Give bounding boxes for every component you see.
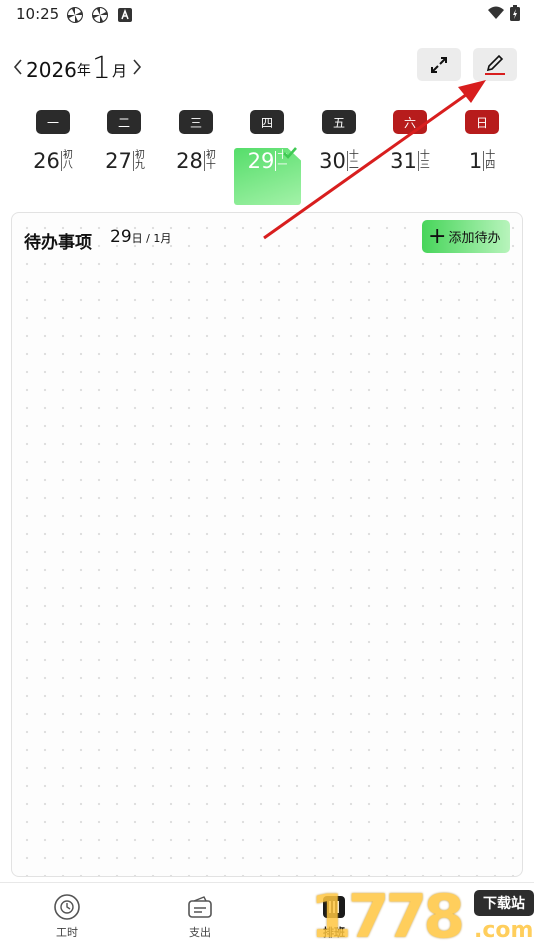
status-time: 10:25 bbox=[16, 5, 60, 23]
lunar-date: 初十 bbox=[203, 150, 216, 171]
nav-label-worktime: 工时 bbox=[56, 926, 78, 939]
weekday-mon: 一 bbox=[36, 110, 70, 134]
check-icon bbox=[283, 147, 297, 159]
wifi-icon bbox=[487, 6, 504, 19]
status-right bbox=[487, 5, 520, 25]
lunar-date: 十二 bbox=[346, 150, 359, 171]
date-number: 30 bbox=[319, 149, 346, 173]
lunar-date: 十三 bbox=[417, 150, 430, 171]
todo-panel: 待办事项 29日 / 1月 + 添加待办 bbox=[11, 212, 523, 877]
add-todo-button[interactable]: + 添加待办 bbox=[422, 220, 510, 253]
watermark-badge: 下载站 bbox=[474, 890, 534, 916]
month-selector: 2026 年 1 月 bbox=[12, 50, 143, 84]
year-value: 2026 bbox=[26, 58, 77, 82]
todo-date-suffix: 日 / 1月 bbox=[131, 232, 172, 245]
year-unit: 年 bbox=[76, 63, 91, 79]
weekday-sun: 日 bbox=[465, 110, 499, 134]
lunar-date: 初八 bbox=[60, 150, 73, 171]
weekday-sat: 六 bbox=[393, 110, 427, 134]
date-cell-27[interactable]: 27 初九 bbox=[92, 145, 158, 179]
pinwheel-icon bbox=[91, 6, 109, 28]
pinwheel-icon bbox=[66, 6, 84, 28]
date-number: 1 bbox=[468, 149, 483, 173]
wallet-icon bbox=[188, 896, 212, 918]
date-number: 29 bbox=[247, 149, 275, 173]
status-bar: 10:25 bbox=[0, 0, 534, 28]
add-todo-label: 添加待办 bbox=[448, 231, 501, 246]
nav-item-expense[interactable]: 支出 bbox=[170, 893, 230, 940]
date-number: 27 bbox=[105, 149, 132, 173]
lunar-date: 十四 bbox=[483, 150, 496, 171]
watermark-logo: 1778 下载站 .com bbox=[310, 884, 534, 950]
watermark-digits: 1778 bbox=[310, 882, 465, 950]
watermark-suffix: .com bbox=[474, 918, 534, 943]
expand-icon bbox=[431, 56, 447, 73]
date-cell-1[interactable]: 1 十四 bbox=[449, 145, 515, 179]
pencil-icon bbox=[485, 54, 505, 75]
battery-icon bbox=[510, 5, 520, 21]
expand-button[interactable] bbox=[417, 48, 461, 81]
date-cell-28[interactable]: 28 初十 bbox=[163, 145, 229, 179]
date-cell-31[interactable]: 31 十三 bbox=[377, 145, 443, 179]
chevron-left-icon[interactable] bbox=[12, 56, 24, 84]
weekday-tue: 二 bbox=[107, 110, 141, 134]
date-cell-30[interactable]: 30 十二 bbox=[306, 145, 372, 179]
todo-date: 29日 / 1月 bbox=[110, 227, 171, 247]
date-number: 28 bbox=[176, 149, 203, 173]
todo-date-day: 29 bbox=[110, 227, 132, 247]
weekday-thu: 四 bbox=[250, 110, 284, 134]
weekday-fri: 五 bbox=[322, 110, 356, 134]
month-value: 1 bbox=[91, 51, 111, 86]
clock-icon bbox=[54, 894, 80, 920]
date-number: 26 bbox=[33, 149, 60, 173]
todo-title: 待办事项 bbox=[24, 233, 92, 253]
a-badge-icon bbox=[118, 7, 132, 26]
chevron-right-icon[interactable] bbox=[131, 56, 143, 84]
lunar-date: 初九 bbox=[132, 150, 145, 171]
plus-icon: + bbox=[428, 223, 447, 249]
nav-label-expense: 支出 bbox=[189, 926, 211, 939]
month-unit: 月 bbox=[112, 62, 128, 80]
date-number: 31 bbox=[390, 149, 417, 173]
edit-button[interactable] bbox=[473, 48, 517, 81]
nav-item-worktime[interactable]: 工时 bbox=[37, 893, 97, 940]
weekday-wed: 三 bbox=[179, 110, 213, 134]
date-cell-26[interactable]: 26 初八 bbox=[20, 145, 86, 179]
